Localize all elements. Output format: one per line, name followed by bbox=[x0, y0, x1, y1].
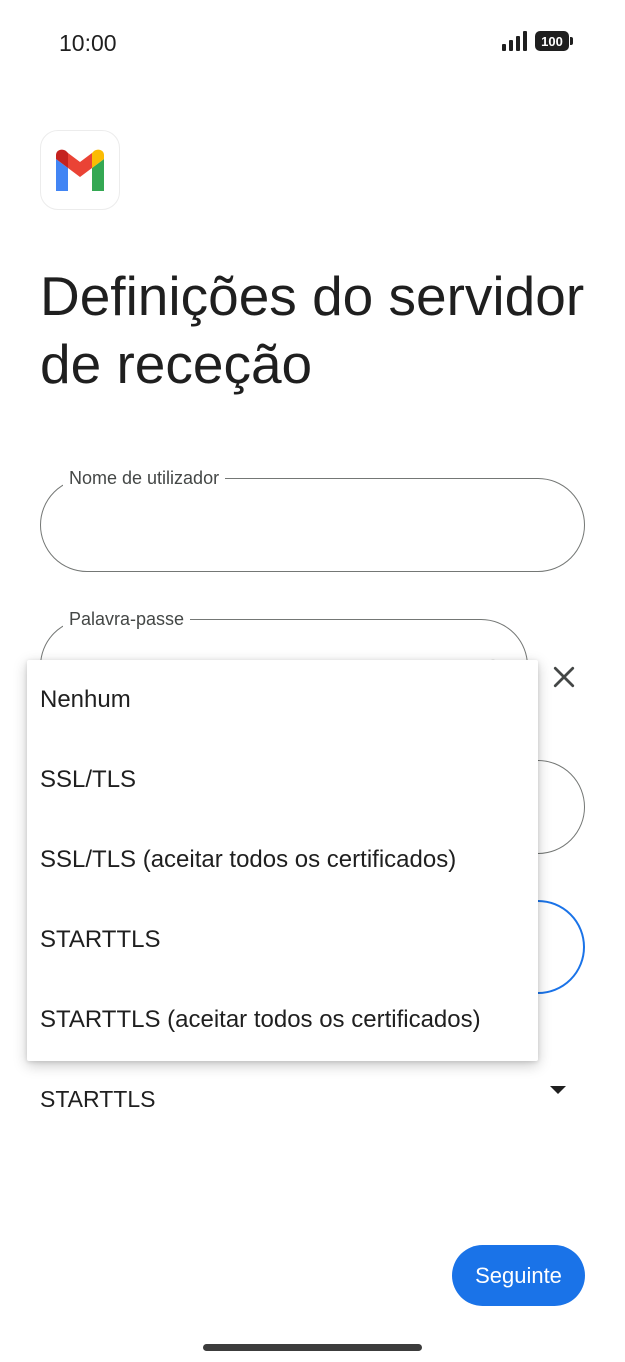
signal-icon bbox=[502, 31, 527, 51]
next-button[interactable]: Seguinte bbox=[452, 1245, 585, 1306]
menu-item-ssl-tls-accept-all[interactable]: SSL/TLS (aceitar todos os certificados) bbox=[27, 820, 538, 900]
close-icon[interactable] bbox=[549, 662, 579, 692]
security-type-menu: Nenhum SSL/TLS SSL/TLS (aceitar todos os… bbox=[27, 660, 538, 1061]
username-input[interactable] bbox=[41, 479, 584, 571]
menu-item-nenhum[interactable]: Nenhum bbox=[27, 660, 538, 740]
screen: 10:00 100 Definições do servidor de rece… bbox=[0, 0, 625, 1362]
menu-item-starttls-accept-all[interactable]: STARTTLS (aceitar todos os certificados) bbox=[27, 980, 538, 1060]
battery-icon: 100 bbox=[535, 31, 573, 51]
password-label: Palavra-passe bbox=[63, 607, 191, 631]
dropdown-arrow-icon[interactable] bbox=[550, 1086, 566, 1094]
menu-item-starttls[interactable]: STARTTLS bbox=[27, 900, 538, 980]
username-label: Nome de utilizador bbox=[63, 466, 226, 490]
menu-item-ssl-tls[interactable]: SSL/TLS bbox=[27, 740, 538, 820]
page-title: Definições do servidor de receção bbox=[40, 265, 585, 395]
navigation-handle[interactable] bbox=[203, 1344, 422, 1351]
security-type-select[interactable]: STARTTLS bbox=[40, 1086, 155, 1113]
username-field[interactable]: Nome de utilizador bbox=[40, 466, 585, 572]
status-icons: 100 bbox=[502, 31, 573, 51]
status-time: 10:00 bbox=[59, 30, 117, 56]
battery-level: 100 bbox=[541, 33, 563, 49]
gmail-logo-icon bbox=[40, 130, 120, 210]
